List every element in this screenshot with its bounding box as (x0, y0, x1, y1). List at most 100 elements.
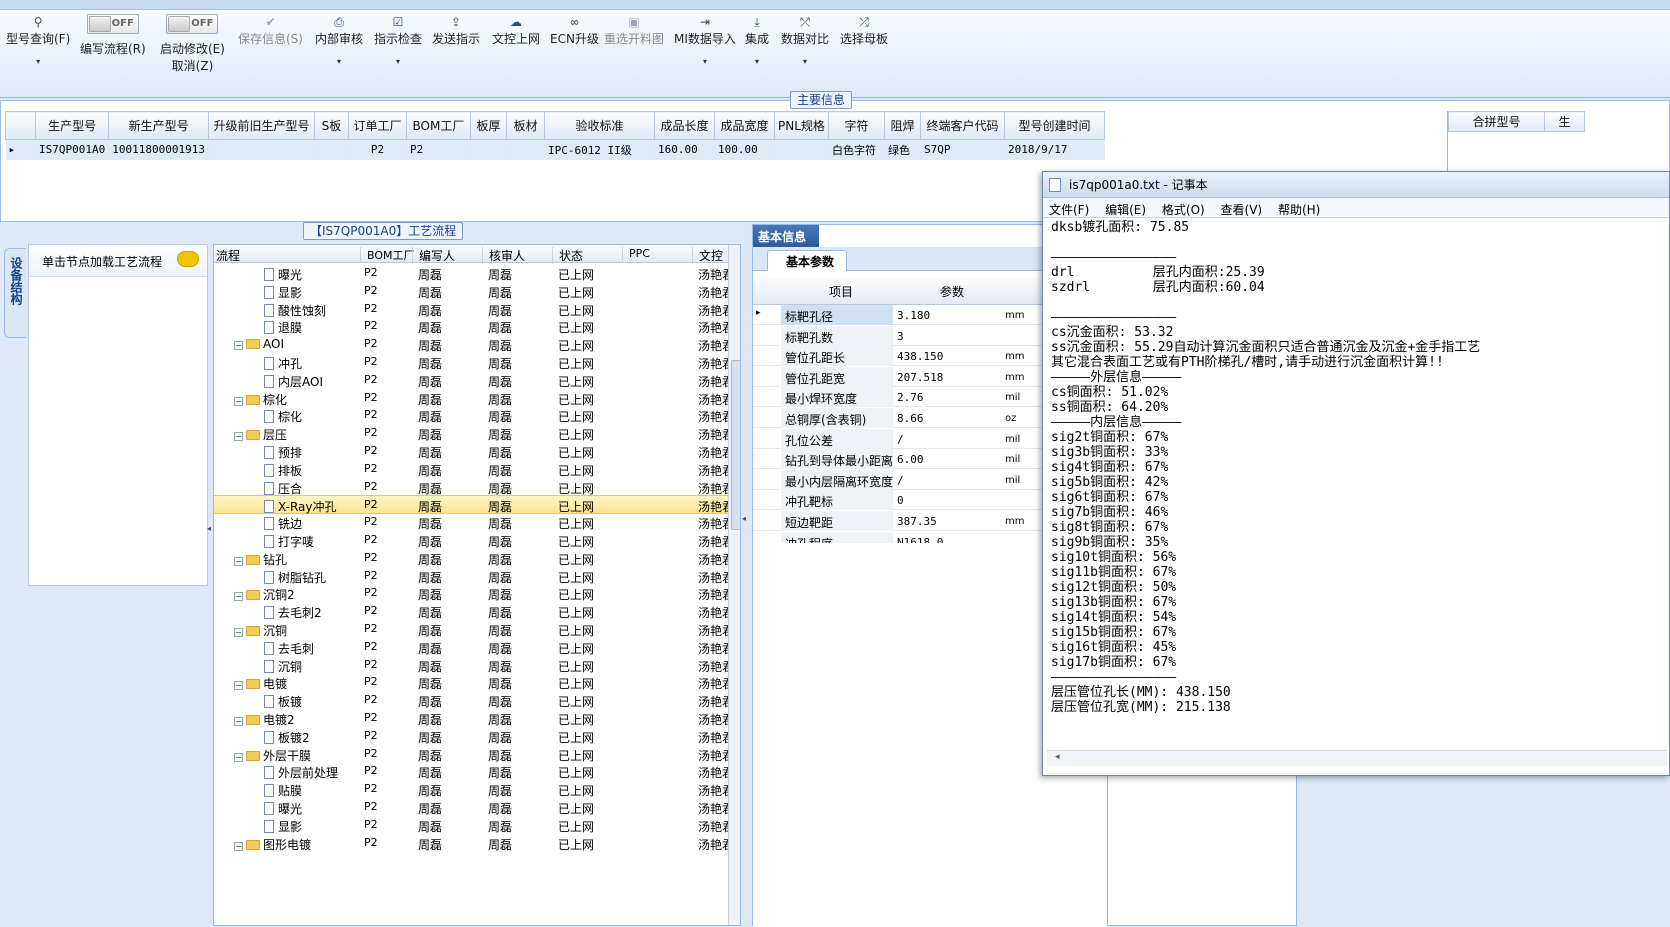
tree-node[interactable]: 贴膜 (264, 782, 302, 799)
param-value[interactable]: 0 (897, 494, 904, 507)
scroll-thumb[interactable] (731, 360, 740, 530)
tree-row[interactable]: − AOI P2 周磊 周磊 已上网 汤艳君 (214, 335, 734, 354)
tree-node[interactable]: 预排 (264, 444, 302, 461)
tree-node[interactable]: 曝光 (264, 800, 302, 817)
tree-row[interactable]: 去毛刺 P2 周磊 周磊 已上网 汤艳君 (214, 638, 734, 657)
cell[interactable]: 10011800001913 (108, 139, 209, 160)
collapse-icon[interactable]: − (234, 341, 243, 351)
col-header[interactable]: 生 (1544, 111, 1585, 132)
tree-node[interactable]: − 钻孔 (234, 551, 287, 568)
tree-scrollbar[interactable] (728, 245, 740, 925)
cell[interactable]: IS7QP001A0 (35, 139, 110, 160)
col-header[interactable]: 核审人 (482, 247, 525, 264)
tree-row[interactable]: 曝光 P2 周磊 周磊 已上网 汤艳君 (214, 798, 734, 817)
menu-help[interactable]: 帮助(H) (1272, 198, 1326, 218)
col-header[interactable]: 流程 (216, 247, 240, 264)
collapse-icon[interactable]: − (234, 717, 243, 726)
col-header[interactable]: 型号创建时间 (1003, 111, 1105, 140)
tree-row[interactable]: 铣边 P2 周磊 周磊 已上网 汤艳君 (214, 513, 734, 532)
tree-node[interactable]: 板镀 (264, 693, 302, 710)
col-header[interactable]: S板 (313, 111, 349, 140)
col-header[interactable]: 板材 (505, 111, 545, 140)
col-header[interactable]: 文控 (692, 247, 723, 264)
cell[interactable] (208, 139, 315, 160)
col-header[interactable]: 字符 (827, 111, 885, 140)
col-header[interactable]: PPC (622, 247, 650, 260)
menu-file[interactable]: 文件(F) (1043, 198, 1095, 218)
tree-row[interactable]: 树脂钻孔 P2 周磊 周磊 已上网 汤艳君 (214, 567, 734, 586)
start-modify-toggle[interactable]: OFF 启动修改(E) 取消(Z) (160, 14, 225, 74)
cell[interactable] (314, 139, 349, 160)
collapse-icon[interactable]: − (234, 681, 243, 691)
cell[interactable]: 白色字符 (828, 139, 885, 160)
tree-row[interactable]: 压合 P2 周磊 周磊 已上网 汤艳君 (214, 478, 734, 497)
cell[interactable] (470, 139, 507, 160)
edit-flow-toggle[interactable]: OFF 编写流程(R) (80, 14, 146, 57)
tree-node[interactable]: 去毛刺2 (264, 604, 322, 621)
tree-node[interactable]: − 沉铜2 (234, 586, 295, 603)
cancel-label[interactable]: 取消(Z) (172, 59, 214, 73)
tree-node[interactable]: − 沉铜 (234, 622, 287, 639)
instruction-check-button[interactable]: ☑ 指示检查 ▾ (374, 14, 422, 66)
collapse-icon[interactable]: − (234, 592, 243, 602)
hint-box[interactable]: 单击节点加载工艺流程 (29, 245, 207, 277)
param-value[interactable]: 3 (897, 330, 904, 343)
collapse-icon[interactable]: − (234, 628, 243, 637)
collapse-icon[interactable]: − (234, 556, 243, 566)
col-header[interactable]: 合拼型号 (1448, 111, 1545, 132)
cell[interactable] (506, 139, 545, 160)
data-compare-button[interactable]: ⤱ 数据对比 ▾ (781, 14, 829, 66)
tree-node[interactable]: 显影 (264, 818, 302, 835)
tree-row[interactable]: 冲孔 P2 周磊 周磊 已上网 汤艳君 (214, 353, 734, 372)
col-header[interactable]: 终端客户代码 (919, 111, 1005, 140)
collapse-icon[interactable]: − (234, 841, 243, 851)
tree-row[interactable]: − 电镀2 P2 周磊 周磊 已上网 汤艳君 (214, 709, 734, 728)
tree-node[interactable]: − 图形电镀 (234, 836, 311, 853)
tree-node[interactable]: 树脂钻孔 (264, 569, 326, 586)
tab-basic-info[interactable]: 基本信息 (753, 225, 819, 247)
tree-row[interactable]: − 沉铜2 P2 周磊 周磊 已上网 汤艳君 (214, 584, 734, 603)
tree-node[interactable]: − 外层干膜 (234, 747, 311, 764)
cell[interactable]: P2 (406, 139, 471, 160)
splitter-arrow-icon[interactable]: ◂ (207, 524, 211, 544)
param-value[interactable]: / (897, 474, 904, 487)
doc-online-button[interactable]: ☁ 文控上网 (492, 14, 540, 47)
tree-row[interactable]: 板镀2 P2 周磊 周磊 已上网 汤艳君 (214, 727, 734, 746)
col-header[interactable]: BOM工厂 (360, 247, 415, 263)
menu-edit[interactable]: 编辑(E) (1099, 198, 1152, 218)
tree-row[interactable]: 沉铜 P2 周磊 周磊 已上网 汤艳君 (214, 656, 734, 675)
cell[interactable]: IPC-6012 II级 (544, 139, 655, 160)
param-value[interactable]: 2.76 (897, 391, 924, 404)
tree-row[interactable]: 排板 P2 周磊 周磊 已上网 汤艳君 (214, 460, 734, 479)
param-value[interactable]: / (897, 433, 904, 446)
subtab-basic-params[interactable]: 基本参数 (767, 250, 847, 271)
tree-node[interactable]: 内层AOI (264, 373, 323, 390)
tree-row[interactable]: − 图形电镀 P2 周磊 周磊 已上网 汤艳君 (214, 834, 734, 853)
param-value[interactable]: 207.518 (897, 371, 943, 384)
splitter-arrow-icon[interactable]: ◂ (742, 514, 750, 534)
notepad-titlebar[interactable]: is7qp001a0.txt - 记事本 (1043, 172, 1669, 198)
tree-node[interactable]: 板镀2 (264, 729, 310, 746)
tree-node[interactable]: − 电镀 (234, 675, 287, 692)
tree-node[interactable]: 退膜 (264, 319, 302, 336)
col-header[interactable]: 板厚 (469, 111, 507, 140)
tree-row[interactable]: 外层前处理 P2 周磊 周磊 已上网 汤艳君 (214, 762, 734, 781)
toggle-switch[interactable]: OFF (166, 14, 219, 34)
cell[interactable]: S7QP (920, 139, 1005, 160)
col-header[interactable]: 项目 (829, 283, 853, 300)
tree-row[interactable]: − 棕化 P2 周磊 周磊 已上网 汤艳君 (214, 389, 734, 408)
col-header[interactable]: 成品宽度 (713, 111, 775, 140)
tree-row[interactable]: 内层AOI P2 周磊 周磊 已上网 汤艳君 (214, 371, 734, 390)
tree-node[interactable]: 酸性蚀刻 (264, 302, 326, 319)
internal-review-button[interactable]: ⎙ 内部审核 ▾ (315, 14, 363, 66)
tree-node[interactable]: 冲孔 (264, 355, 302, 372)
tree-row[interactable]: 显影 P2 周磊 周磊 已上网 汤艳君 (214, 816, 734, 835)
collapse-icon[interactable]: − (234, 432, 243, 442)
tree-row[interactable]: 棕化 P2 周磊 周磊 已上网 汤艳君 (214, 406, 734, 425)
notepad-text-area[interactable]: dksb镀孔面积: 75.85 ———————————————— drl 层孔内… (1051, 220, 1663, 715)
param-value[interactable]: 8.66 (897, 412, 924, 425)
reselect-cut-image-button[interactable]: ▣ 重选开料图 (604, 14, 664, 47)
mi-data-import-button[interactable]: ⇥ MI数据导入 ▾ (674, 14, 736, 66)
menu-format[interactable]: 格式(O) (1156, 198, 1211, 218)
tree-node[interactable]: 外层前处理 (264, 764, 338, 781)
